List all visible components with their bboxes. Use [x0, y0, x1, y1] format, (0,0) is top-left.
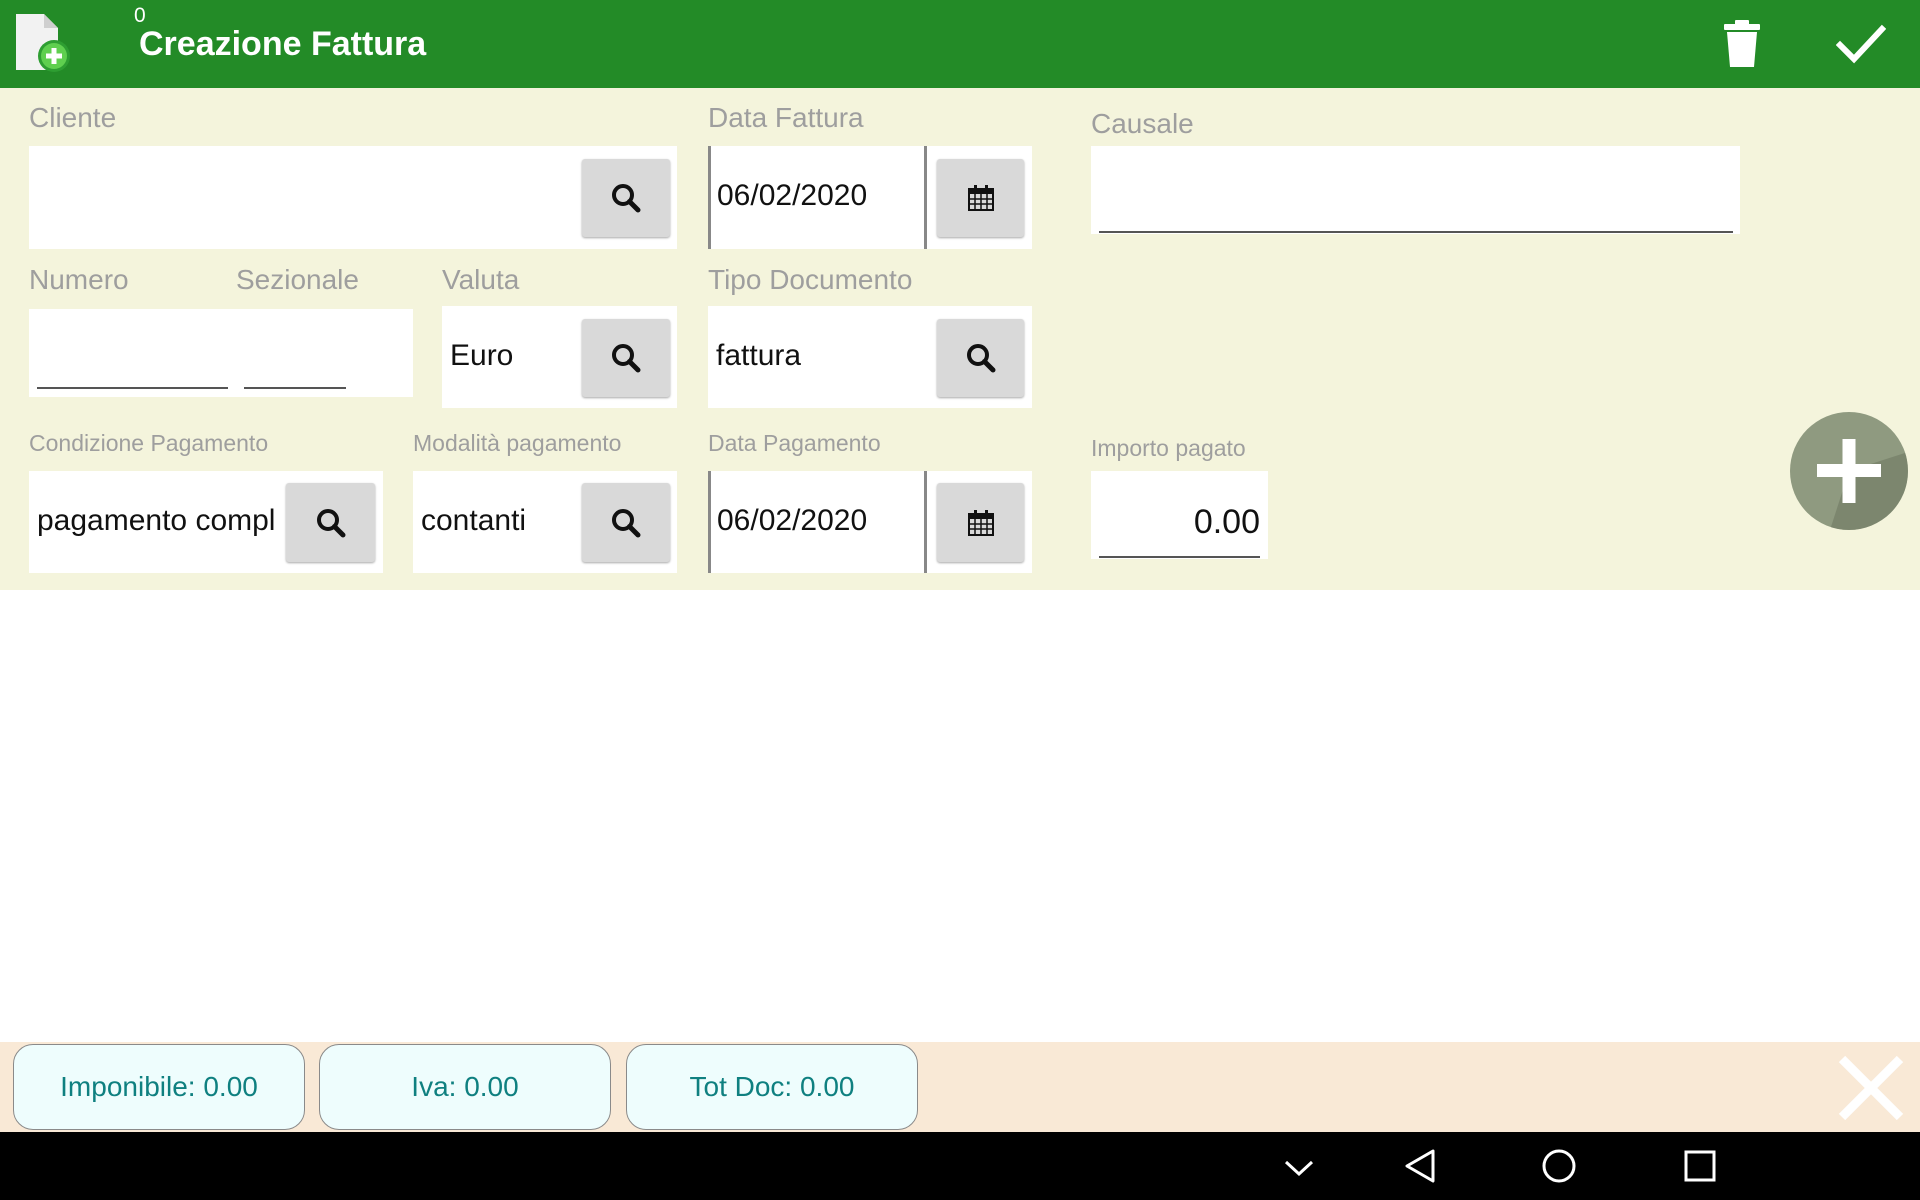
tipo-documento-label: Tipo Documento	[708, 264, 913, 295]
importo-pagato-field[interactable]: 0.00	[1091, 471, 1268, 559]
system-navigation-bar	[0, 1132, 1920, 1200]
cliente-label: Cliente	[29, 102, 117, 133]
cliente-search-button[interactable]	[582, 159, 670, 237]
search-icon	[966, 344, 995, 373]
add-row-button[interactable]	[1790, 412, 1908, 530]
importo-pagato-value: 0.00	[1193, 503, 1260, 541]
trash-icon[interactable]	[1720, 20, 1764, 68]
data-fattura-calendar-button[interactable]	[937, 159, 1024, 237]
data-fattura-label: Data Fattura	[708, 102, 864, 133]
condizione-pagamento-value: pagamento compl	[37, 504, 276, 537]
checkmark-icon[interactable]	[1835, 20, 1887, 68]
tot-doc-total: Tot Doc: 0.00	[626, 1044, 918, 1130]
calendar-icon	[967, 509, 994, 536]
valuta-value: Euro	[450, 339, 514, 372]
condizione-pagamento-label: Condizione Pagamento	[29, 430, 269, 456]
plus-icon	[1817, 439, 1908, 530]
data-pagamento-value: 06/02/2020	[717, 504, 868, 537]
back-icon[interactable]	[1403, 1148, 1437, 1189]
calendar-icon	[967, 185, 994, 211]
data-pagamento-calendar-button[interactable]	[937, 483, 1024, 562]
causale-label: Causale	[1091, 108, 1194, 139]
tipo-documento-value: fattura	[716, 339, 802, 372]
search-icon	[612, 184, 641, 213]
numero-label: Numero	[29, 264, 129, 295]
imponibile-total: Imponibile: 0.00	[13, 1044, 305, 1130]
recents-icon[interactable]	[1684, 1150, 1716, 1187]
modalita-pagamento-search-button[interactable]	[582, 483, 670, 562]
search-icon	[612, 508, 641, 537]
numero-sezionale-group	[29, 309, 413, 397]
importo-pagato-label: Importo pagato	[1091, 435, 1246, 461]
chevron-down-icon[interactable]	[1283, 1158, 1315, 1183]
cliente-field[interactable]	[29, 146, 677, 249]
search-icon	[612, 344, 641, 373]
condizione-pagamento-search-button[interactable]	[286, 483, 375, 562]
sezionale-input[interactable]	[244, 387, 346, 389]
data-fattura-value: 06/02/2020	[717, 179, 868, 212]
modalita-pagamento-label: Modalità pagamento	[413, 430, 622, 456]
close-x-icon[interactable]	[1838, 1055, 1904, 1121]
data-pagamento-label: Data Pagamento	[708, 430, 881, 456]
new-document-icon[interactable]	[14, 14, 72, 74]
causale-field[interactable]	[1091, 146, 1740, 234]
valuta-search-button[interactable]	[582, 319, 670, 397]
tipo-documento-search-button[interactable]	[937, 319, 1024, 397]
modalita-pagamento-value: contanti	[421, 504, 527, 537]
page-title: Creazione Fattura	[139, 25, 427, 63]
sezionale-label: Sezionale	[236, 264, 359, 295]
iva-total: Iva: 0.00	[319, 1044, 611, 1130]
home-icon[interactable]	[1541, 1148, 1577, 1189]
valuta-label: Valuta	[442, 264, 520, 295]
numero-input[interactable]	[37, 387, 228, 389]
search-icon	[316, 508, 345, 537]
